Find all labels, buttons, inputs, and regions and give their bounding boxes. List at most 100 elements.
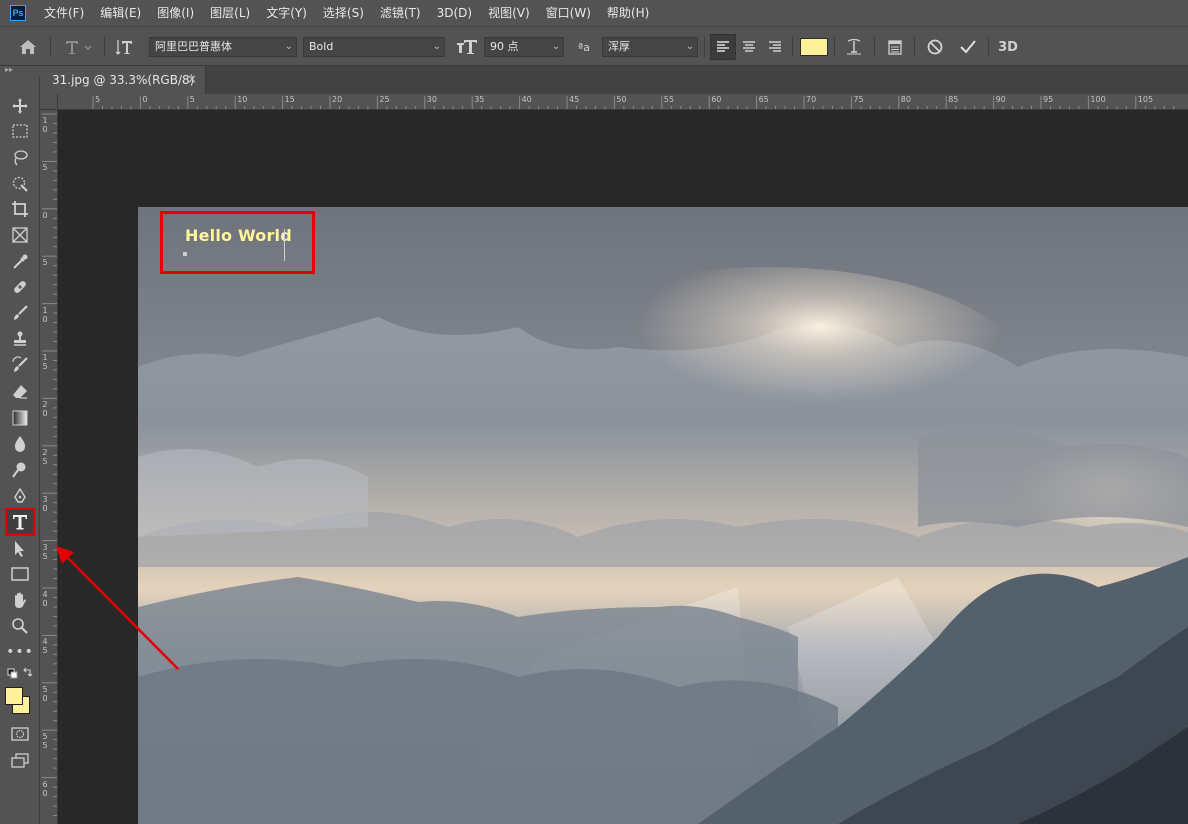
crop-tool-icon[interactable]	[6, 197, 34, 221]
font-size-icon	[454, 27, 480, 67]
more-tools-icon[interactable]: •••	[6, 640, 34, 664]
font-size-select[interactable]: 90 点 ⌄	[484, 37, 564, 57]
menu-select[interactable]: 选择(S)	[315, 0, 372, 26]
eraser-tool-icon[interactable]	[6, 380, 34, 404]
ruler-label: 50	[616, 95, 627, 104]
text-color-swatch[interactable]	[800, 38, 828, 56]
path-selection-tool-icon[interactable]	[6, 537, 34, 561]
zoom-tool-icon[interactable]	[6, 614, 34, 638]
ruler-label: 20	[332, 95, 343, 104]
font-family-value: 阿里巴巴普惠体	[155, 40, 232, 53]
chevron-down-icon: ⌄	[432, 41, 441, 52]
horizontal-ruler[interactable]: 5 0 5 10 15 20 25 30 35 40 45 50 55 60 65 70 75 80 85 90 95 1…	[58, 94, 1188, 110]
ruler-label: 20	[42, 400, 48, 419]
blur-tool-icon[interactable]	[6, 432, 34, 456]
tools-panel: •••	[0, 76, 40, 824]
ruler-label: 60	[42, 779, 48, 798]
ruler-label: 5	[42, 163, 48, 173]
align-left-button[interactable]	[710, 34, 736, 60]
ruler-label: 45	[569, 95, 580, 104]
ruler-label: 5	[189, 95, 195, 104]
ruler-label: 35	[42, 542, 48, 561]
ruler-label: 15	[284, 95, 295, 104]
document-tab-title: 31.jpg @ 33.3%(RGB/8)	[52, 73, 195, 87]
move-tool-icon[interactable]	[6, 94, 34, 118]
ruler-label: 90	[995, 95, 1006, 104]
warp-text-icon[interactable]	[841, 27, 867, 67]
clone-stamp-tool-icon[interactable]	[6, 327, 34, 351]
ruler-label: 40	[42, 590, 48, 608]
type-tool-icon[interactable]	[5, 508, 35, 536]
ruler-label: 30	[42, 495, 48, 514]
ruler-label: 45	[42, 637, 48, 656]
commit-check-icon[interactable]	[955, 27, 981, 67]
ruler-label: 70	[806, 95, 817, 104]
menu-edit[interactable]: 编辑(E)	[92, 0, 149, 26]
menu-filter[interactable]: 滤镜(T)	[372, 0, 429, 26]
lasso-tool-icon[interactable]	[6, 146, 34, 170]
healing-brush-tool-icon[interactable]	[6, 275, 34, 299]
gradient-tool-icon[interactable]	[6, 406, 34, 430]
text-tool-preset-icon[interactable]	[58, 27, 98, 67]
ruler-label: 15	[42, 353, 48, 371]
marquee-tool-icon[interactable]	[6, 119, 34, 143]
home-icon[interactable]	[14, 27, 42, 67]
character-panel-icon[interactable]	[882, 27, 908, 67]
document-tab[interactable]: 31.jpg @ 33.3%(RGB/8) ×	[40, 66, 206, 94]
frame-tool-icon[interactable]	[6, 223, 34, 247]
pen-tool-icon[interactable]	[6, 484, 34, 508]
menu-help[interactable]: 帮助(H)	[599, 0, 657, 26]
align-right-button[interactable]	[763, 27, 787, 67]
ruler-label: 55	[663, 95, 674, 104]
menu-type[interactable]: 文字(Y)	[258, 0, 315, 26]
document-canvas[interactable]: Hello World	[58, 111, 1188, 824]
quick-mask-icon[interactable]	[6, 722, 34, 746]
text-layer-hello-world[interactable]: Hello World	[185, 226, 292, 245]
quick-selection-tool-icon[interactable]	[6, 172, 34, 196]
menu-file[interactable]: 文件(F)	[36, 0, 92, 26]
ruler-label: 5	[95, 95, 101, 104]
document-tab-bar: 31.jpg @ 33.3%(RGB/8) ×	[40, 66, 1188, 94]
toolbar-collapse-handle[interactable]: ▸▸	[0, 66, 40, 76]
menu-window[interactable]: 窗口(W)	[538, 0, 599, 26]
eyedropper-tool-icon[interactable]	[6, 250, 34, 274]
vertical-ruler[interactable]: 105051015202530354045505560	[40, 110, 58, 824]
brush-tool-icon[interactable]	[6, 301, 34, 325]
ruler-label: 105	[1137, 95, 1154, 104]
swap-colors-icon[interactable]	[6, 666, 34, 682]
font-family-select[interactable]: 阿里巴巴普惠体 ⌄	[149, 37, 297, 57]
photoshop-logo-icon: Ps	[10, 5, 26, 21]
ruler-label: 0	[42, 210, 48, 220]
menu-3d[interactable]: 3D(D)	[429, 0, 480, 26]
align-center-button[interactable]	[737, 27, 761, 67]
antialias-icon: ªa	[578, 40, 590, 54]
chevron-down-icon: ⌄	[551, 41, 560, 52]
ruler-label: 60	[711, 95, 722, 104]
options-bar: 阿里巴巴普惠体 ⌄ Bold ⌄ 90 点 ⌄ ªa 浑厚 ⌄ 3D	[0, 26, 1188, 66]
dodge-tool-icon[interactable]	[6, 458, 34, 482]
ruler-label: 50	[42, 684, 48, 703]
ruler-origin[interactable]	[40, 94, 58, 110]
foreground-color-swatch[interactable]	[5, 687, 23, 705]
font-style-value: Bold	[309, 40, 334, 53]
ruler-label: 10	[42, 305, 48, 324]
hand-tool-icon[interactable]	[6, 588, 34, 612]
screen-mode-icon[interactable]	[6, 748, 34, 772]
font-style-select[interactable]: Bold ⌄	[303, 37, 445, 57]
rectangle-tool-icon[interactable]	[6, 562, 34, 586]
text-orientation-icon[interactable]	[112, 27, 138, 67]
ruler-label: 25	[42, 447, 48, 466]
cancel-icon[interactable]	[922, 27, 948, 67]
close-icon[interactable]: ×	[187, 72, 197, 86]
landscape-photo	[138, 207, 1188, 824]
antialias-select[interactable]: 浑厚 ⌄	[602, 37, 698, 57]
3d-button[interactable]: 3D	[994, 27, 1022, 67]
menu-image[interactable]: 图像(I)	[149, 0, 202, 26]
antialias-value: 浑厚	[608, 40, 630, 53]
menu-view[interactable]: 视图(V)	[480, 0, 538, 26]
ruler-label: 10	[237, 95, 248, 104]
menu-layer[interactable]: 图层(L)	[202, 0, 258, 26]
menu-bar: Ps 文件(F) 编辑(E) 图像(I) 图层(L) 文字(Y) 选择(S) 滤…	[0, 0, 1188, 26]
ruler-label: 95	[1043, 95, 1054, 104]
history-brush-tool-icon[interactable]	[6, 353, 34, 377]
